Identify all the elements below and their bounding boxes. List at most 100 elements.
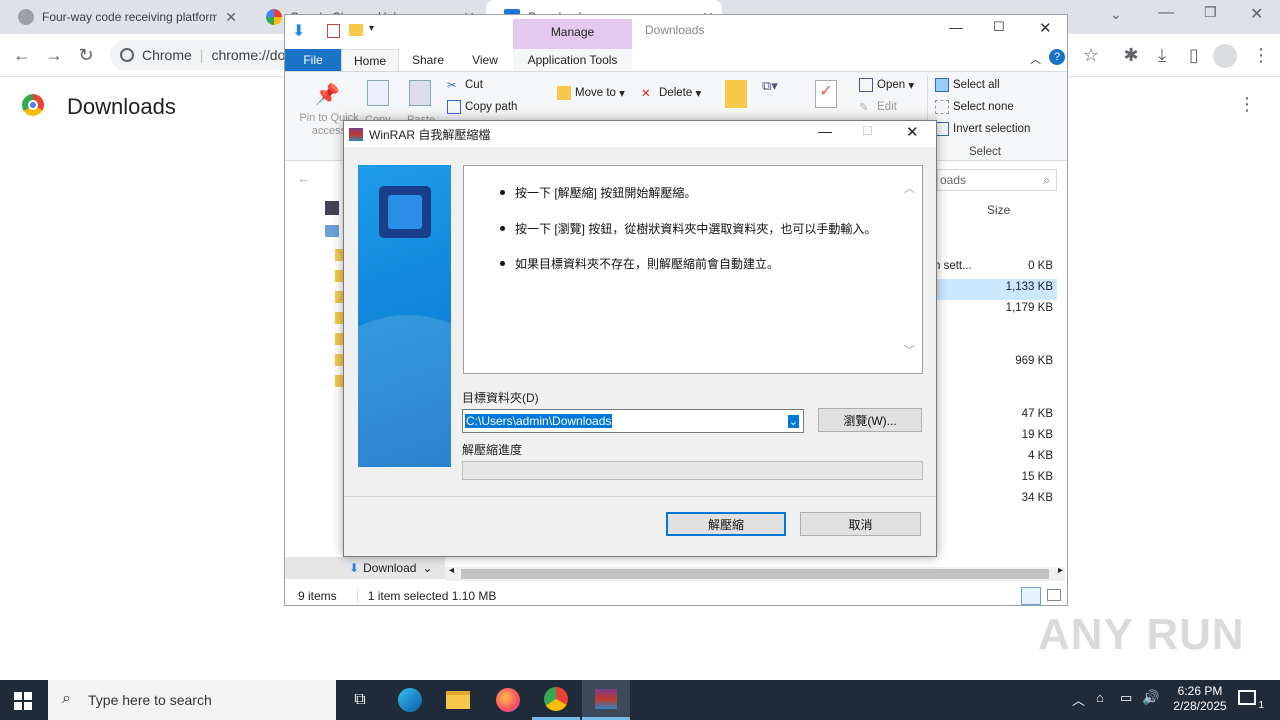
details-view-icon[interactable] [1021,587,1041,605]
firefox-icon[interactable] [484,680,532,720]
forward-arrow-icon[interactable]: → [39,40,69,70]
tab-file[interactable]: File [285,49,341,71]
taskbar-clock[interactable]: 6:26 PM 2/28/2025 [1160,684,1240,714]
maximize-icon: ☐ [862,124,873,138]
minimize-icon[interactable]: — [818,123,832,139]
maximize-icon[interactable]: ☐ [993,19,1005,35]
task-view-icon[interactable]: ⧉ [336,680,384,720]
tab-application-tools[interactable]: Application Tools [513,49,632,71]
scroll-down-icon[interactable]: ﹀ [904,342,915,358]
tab-view[interactable]: View [457,49,513,71]
page-menu-icon[interactable]: ⋮ [1238,94,1256,115]
edit-button[interactable]: ✎ Edit [859,100,897,114]
chrome-menu-icon[interactable]: ⋮ [1246,40,1276,70]
windows-start-icon[interactable] [14,692,32,710]
close-window-icon[interactable]: ✕ [1039,19,1052,37]
open-button[interactable]: Open ▾ [859,78,914,92]
tab-home[interactable]: Home [341,49,399,72]
extract-button[interactable]: 解壓縮 [666,512,786,536]
tab-four-way[interactable]: Four-way code receiving platform ✕ [0,0,245,34]
copy-path-button[interactable]: Copy path [447,100,517,114]
chevron-down-icon[interactable]: ⌄ [422,561,432,575]
close-window-icon[interactable]: ✕ [1250,4,1263,24]
extensions-icon[interactable]: ✱ [1116,40,1146,70]
quick-download-icon[interactable]: ⬇ [292,21,305,41]
selection-info: 1 item selected 1.10 MB [356,589,496,603]
tab-title: Four-way code receiving platform [42,10,217,24]
edit-pencil-icon: ✎ [859,102,869,114]
large-icons-view-icon[interactable] [1047,589,1061,601]
cancel-button[interactable]: 取消 [800,512,921,536]
delete-button[interactable]: ✕ Delete ▾ [641,86,701,100]
cut-button[interactable]: ✂ Cut [447,78,483,92]
search-placeholder: oads [940,173,967,187]
tray-chevron-icon[interactable]: ︿ [1072,690,1085,709]
back-arrow-icon[interactable]: ← [7,40,37,70]
new-item-icon[interactable]: ⧉▾ [762,78,778,94]
windows-taskbar: ⌕ Type here to search ⧉ ︿ ⌂ ▭ 🔊 6:26 PM … [0,680,1280,720]
restore-icon[interactable]: ❐ [1204,4,1217,21]
size-cell: 19 KB [1021,429,1053,441]
invert-selection-label: Invert selection [953,123,1031,135]
instruction-line: 按一下 [解壓縮] 按鈕開始解壓縮。 [500,184,696,201]
search-downloads-input[interactable]: oads ⌕ [937,169,1057,191]
close-tab-icon[interactable]: ✕ [225,9,237,26]
back-arrow-icon[interactable]: ← [297,170,311,186]
scroll-up-icon[interactable]: ︿ [904,180,915,196]
size-column-header[interactable]: Size [987,203,1010,217]
close-dialog-icon[interactable]: ✕ [906,123,919,141]
omnibox[interactable]: Chrome | chrome://do [110,40,300,70]
notification-center-icon[interactable]: 1 [1238,690,1264,711]
copy-icon [367,80,389,106]
destination-label: 目標資料夾(D) [462,391,539,405]
bookmark-star-icon[interactable]: ☆ [1076,40,1106,70]
browse-button[interactable]: 瀏覽(W)... [818,408,922,432]
pc-icon [325,225,339,237]
collapse-ribbon-icon[interactable]: ︿ [1030,51,1041,67]
chevron-down-icon[interactable]: ⌄ [787,414,799,428]
reload-icon[interactable]: ↻ [71,40,101,70]
profile-avatar-icon[interactable] [1213,44,1237,68]
new-folder-quick-icon[interactable] [349,24,363,36]
nav-downloads-item[interactable]: ⬇ Download ⌄ [285,557,445,579]
network-icon[interactable]: ⌂ [1096,690,1104,705]
nav-downloads-label: Download [363,561,417,575]
invert-selection-button[interactable]: Invert selection [935,122,1030,136]
properties-check-icon: ✓ [815,80,837,108]
size-cell: 34 KB [1021,492,1053,504]
move-folder-icon [557,86,571,100]
downloads-icon[interactable]: ⤓ [1147,40,1177,70]
select-all-button[interactable]: Select all [935,78,1000,92]
side-panel-icon[interactable]: ▯ [1179,40,1209,70]
horizontal-scrollbar[interactable]: ◂ ▸ [445,565,1065,581]
move-to-button[interactable]: Move to ▾ [557,86,625,100]
page-title: Downloads [67,94,176,119]
winrar-taskbar-icon[interactable] [582,680,630,720]
help-icon[interactable]: ? [1049,49,1065,65]
delete-x-icon: ✕ [641,88,651,100]
instruction-line: 按一下 [瀏覽] 按鈕，從樹狀資料夾中選取資料夾，也可以手動輸入。 [500,220,876,237]
tab-search-icon[interactable]: ⌄ [1110,6,1122,23]
chrome-site-icon [120,48,134,62]
destination-path-input[interactable]: C:\Users\admin\Downloads ⌄ [462,409,804,433]
minimize-icon[interactable]: — [1158,4,1174,22]
file-explorer-taskbar-icon[interactable] [434,680,482,720]
edge-icon[interactable] [386,680,434,720]
new-folder-icon [725,80,747,108]
properties-quick-icon[interactable] [327,24,340,38]
dialog-title: WinRAR 自我解壓縮檔 [369,127,491,142]
volume-icon[interactable]: 🔊 [1142,689,1159,706]
winrar-app-icon [349,127,363,141]
taskbar-search-input[interactable]: ⌕ Type here to search [48,680,336,720]
tab-share[interactable]: Share [399,49,457,71]
winrar-sfx-dialog: WinRAR 自我解壓縮檔 — ☐ ✕ 按一下 [解壓縮] 按鈕開始解壓縮。 按… [343,120,937,557]
invert-selection-icon [935,122,949,136]
extract-progress-bar [462,461,923,480]
window-title: Downloads [645,23,705,37]
dialog-divider [344,496,936,497]
customize-qat-icon[interactable]: ▾ [369,23,374,34]
select-none-button[interactable]: Select none [935,100,1014,114]
monitor-icon[interactable]: ▭ [1120,690,1132,706]
chrome-taskbar-icon[interactable] [532,680,580,720]
minimize-icon[interactable]: — [949,19,963,35]
